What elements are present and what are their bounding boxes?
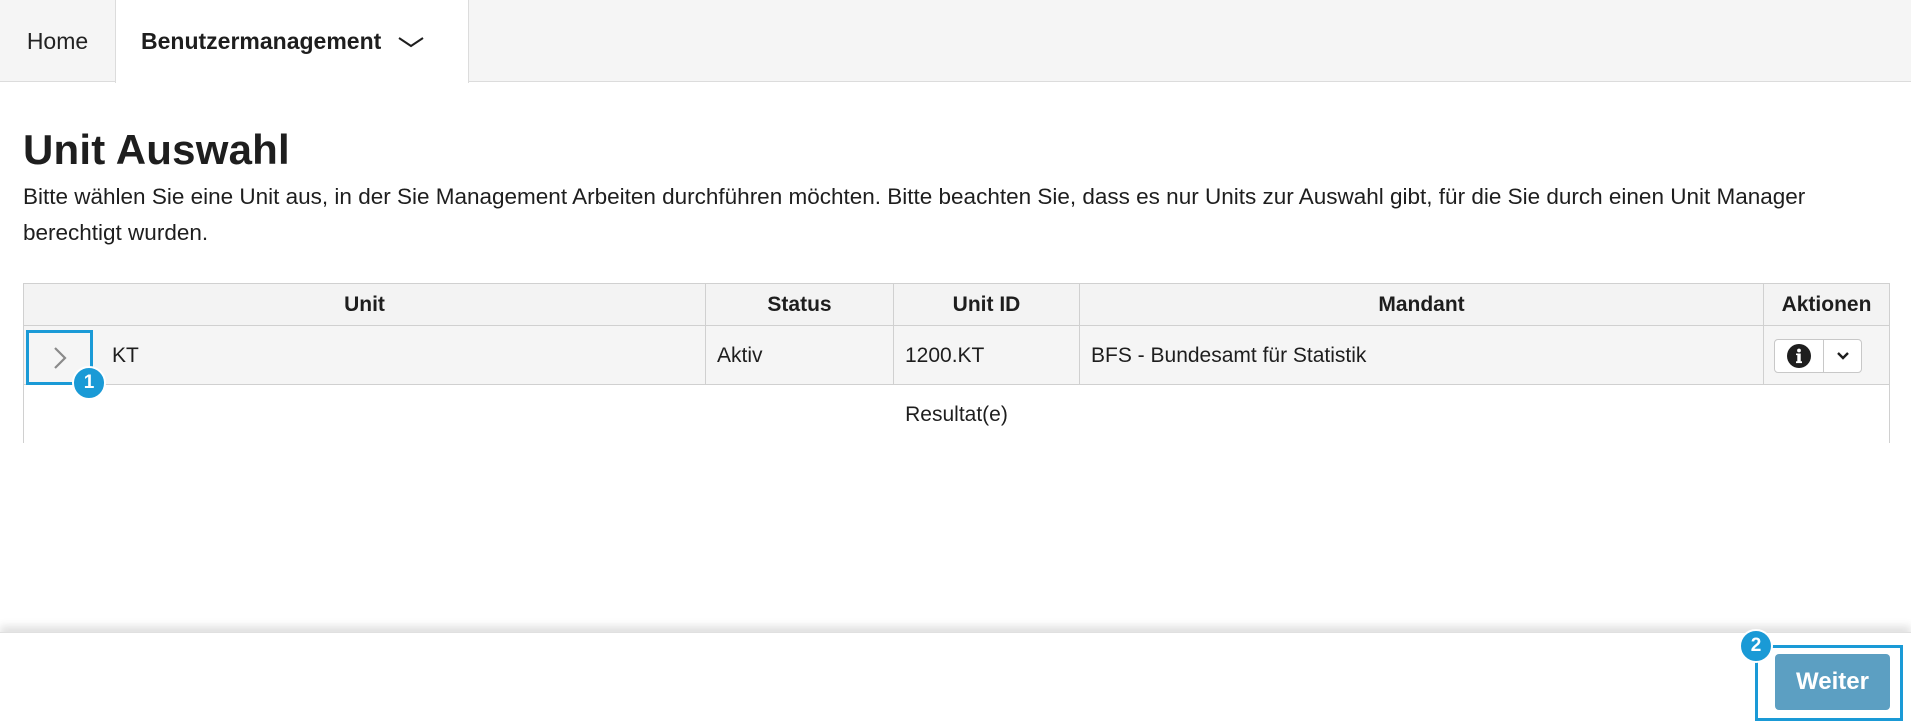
unit-table: Unit Status Unit ID Mandant Aktionen KT … [23, 283, 1890, 443]
column-header-status[interactable]: Status [706, 284, 894, 326]
info-icon [1787, 344, 1812, 368]
column-header-mandant[interactable]: Mandant [1080, 284, 1764, 326]
step-badge-2: 2 [1739, 629, 1773, 663]
column-header-unit-id[interactable]: Unit ID [894, 284, 1080, 326]
table-header: Unit Status Unit ID Mandant Aktionen [24, 284, 1889, 326]
weiter-button[interactable]: Weiter [1775, 654, 1890, 710]
table-footer-results: Resultat(e) [24, 386, 1889, 443]
chevron-down-icon [1836, 352, 1849, 360]
cell-status: Aktiv [706, 326, 894, 385]
step-badge-1: 1 [72, 366, 106, 400]
page-title: Unit Auswahl [23, 126, 290, 173]
nav-home-link[interactable]: Home [0, 0, 115, 82]
top-navigation: Home Benutzermanagement [0, 0, 1911, 83]
cell-unit: KT [24, 326, 706, 385]
info-button[interactable] [1775, 340, 1825, 372]
row-actions [1774, 339, 1862, 373]
actions-dropdown-button[interactable] [1824, 340, 1861, 372]
nav-benutzermanagement-tab[interactable]: Benutzermanagement [115, 0, 469, 83]
page-description: Bitte wählen Sie eine Unit aus, in der S… [23, 184, 1806, 245]
cell-unit-id: 1200.KT [894, 326, 1080, 385]
column-header-aktionen: Aktionen [1781, 293, 1872, 316]
table-row[interactable]: KT Aktiv 1200.KT BFS - Bundesamt für Sta… [24, 326, 1889, 385]
cell-mandant: BFS - Bundesamt für Statistik [1080, 326, 1764, 385]
chevron-right-icon [53, 346, 67, 369]
chevron-down-icon [398, 36, 424, 47]
column-header-unit[interactable]: Unit [24, 284, 706, 326]
bottom-action-bar [0, 632, 1911, 726]
nav-benutzermanagement-label: Benutzermanagement [141, 28, 382, 54]
